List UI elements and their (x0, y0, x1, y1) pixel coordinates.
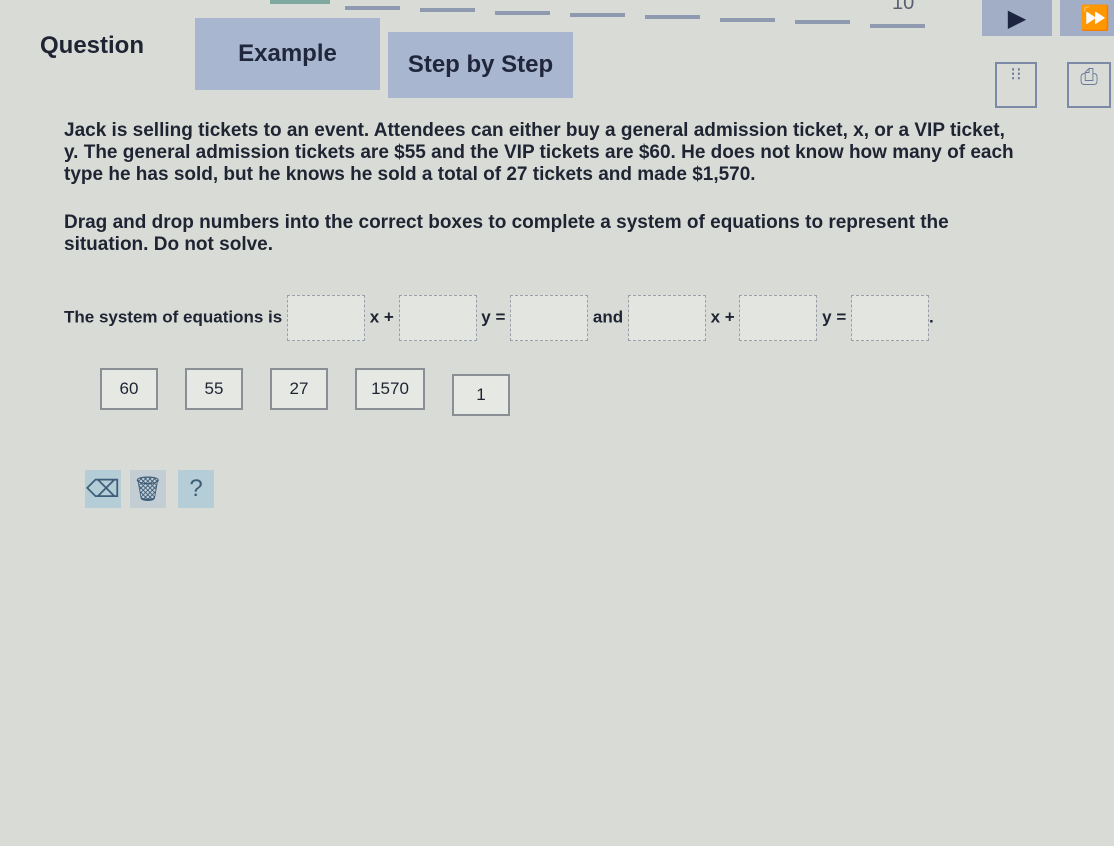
number-tile[interactable]: 27 (270, 368, 328, 410)
x-term: x + (710, 307, 735, 327)
tab-question[interactable]: Question (40, 32, 144, 60)
tab-step-by-step[interactable]: Step by Step (388, 32, 573, 98)
progress-step[interactable] (570, 13, 625, 17)
number-tile[interactable]: 1 (452, 374, 510, 416)
drop-box-4[interactable] (627, 295, 706, 341)
play-icon[interactable]: ▶ (982, 0, 1052, 36)
eraser-icon[interactable]: ⌫ (85, 470, 121, 508)
progress-step[interactable] (795, 20, 850, 24)
problem-text: Jack is selling tickets to an event. Att… (64, 120, 1014, 185)
drop-box-2[interactable] (398, 295, 477, 341)
number-tile[interactable]: 55 (185, 368, 243, 410)
equation-lead: The system of equations is (64, 307, 283, 327)
progress-step[interactable] (345, 6, 400, 10)
y-term: y = (481, 307, 506, 327)
fast-forward-icon[interactable]: ⏩ (1060, 0, 1114, 36)
and-text: and (592, 307, 624, 327)
progress-step[interactable] (645, 15, 700, 19)
drop-box-5[interactable] (739, 295, 818, 341)
progress-step-label[interactable]: 10 (892, 0, 914, 15)
y-term: y = (822, 307, 847, 327)
help-button[interactable]: ? (178, 470, 214, 508)
number-tile[interactable]: 1570 (355, 368, 425, 410)
printer-icon[interactable]: ⎙ (1067, 62, 1111, 108)
trash-icon[interactable]: 🗑 (130, 470, 166, 508)
drop-box-3[interactable] (510, 295, 589, 341)
book-icon[interactable]: ⁝⁝ (995, 62, 1037, 108)
x-term: x + (369, 307, 394, 327)
number-tile[interactable]: 60 (100, 368, 158, 410)
drop-box-6[interactable] (850, 295, 929, 341)
equation-row: The system of equations is x + y = and x… (64, 295, 934, 341)
instruction-text: Drag and drop numbers into the correct b… (64, 212, 949, 255)
progress-step[interactable] (495, 11, 550, 15)
period: . (928, 307, 934, 327)
progress-step[interactable] (720, 18, 775, 22)
drop-box-1[interactable] (286, 295, 365, 341)
progress-step[interactable] (870, 24, 925, 28)
progress-step[interactable] (420, 8, 475, 12)
tab-example[interactable]: Example (195, 18, 380, 90)
